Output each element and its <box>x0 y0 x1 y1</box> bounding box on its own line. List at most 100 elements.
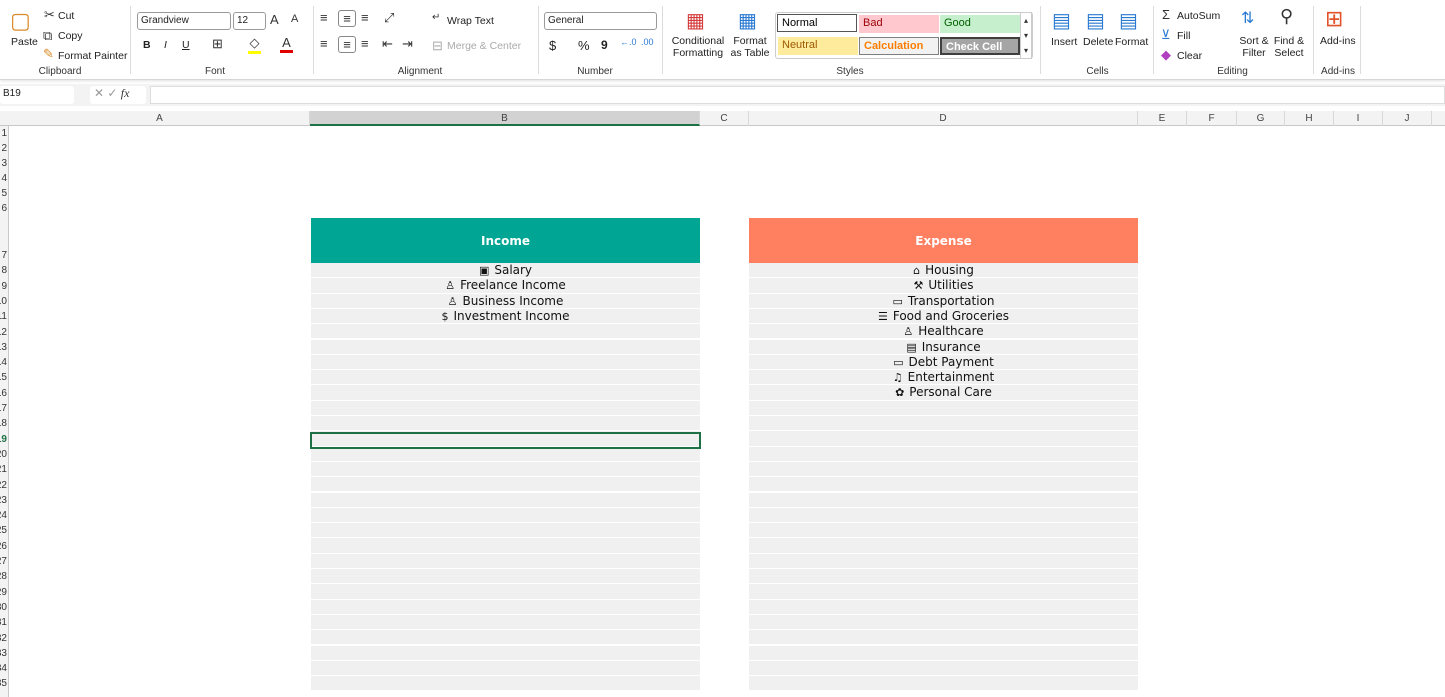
decrease-indent-icon[interactable]: ⇤ <box>382 36 393 52</box>
income-cell[interactable] <box>311 523 700 539</box>
row-header-2[interactable]: 2 <box>0 143 7 154</box>
expense-cell[interactable] <box>749 523 1138 539</box>
cut-button[interactable]: Cut <box>58 10 74 22</box>
styles-scroll-icon[interactable]: ▴ ▾ ▾ <box>1020 12 1032 59</box>
delete-button[interactable]: Delete <box>1083 36 1113 48</box>
income-cell[interactable] <box>311 569 700 585</box>
income-item[interactable]: $ Investment Income <box>311 308 700 325</box>
align-left-icon[interactable]: ≡ <box>320 36 328 51</box>
row-header-27[interactable]: 27 <box>0 556 7 567</box>
row-header-10[interactable]: 10 <box>0 296 7 307</box>
row-header-23[interactable]: 23 <box>0 495 7 506</box>
column-header-H[interactable]: H <box>1285 111 1334 126</box>
row-header-1[interactable]: 1 <box>0 128 7 139</box>
row-header-18[interactable]: 18 <box>0 418 7 429</box>
income-cell[interactable] <box>311 599 700 615</box>
income-cell[interactable] <box>311 354 700 371</box>
expense-cell[interactable] <box>749 507 1138 524</box>
income-cell[interactable] <box>311 339 700 355</box>
expense-cell[interactable] <box>749 584 1138 600</box>
income-cell[interactable] <box>311 676 700 692</box>
expense-cell[interactable] <box>749 614 1138 631</box>
income-cell[interactable] <box>311 630 700 646</box>
row-header-17[interactable]: 17 <box>0 403 7 414</box>
align-middle-icon[interactable]: ≡ <box>338 10 356 27</box>
column-header-I[interactable]: I <box>1334 111 1383 126</box>
fill-button[interactable]: Fill <box>1177 30 1190 42</box>
row-header-15[interactable]: 15 <box>0 372 7 383</box>
row-header-14[interactable]: 14 <box>0 357 7 368</box>
row-header-29[interactable]: 29 <box>0 587 7 598</box>
style-normal[interactable]: Normal <box>777 14 857 32</box>
paste-button[interactable]: Paste <box>11 36 38 48</box>
conditional-formatting-button[interactable]: Conditional Formatting <box>668 35 728 59</box>
expense-cell[interactable] <box>749 416 1138 432</box>
row-header-24[interactable]: 24 <box>0 510 7 521</box>
income-cell[interactable] <box>311 553 700 569</box>
column-header-G[interactable]: G <box>1237 111 1285 126</box>
expense-item[interactable]: ♙ Healthcare <box>749 324 1138 340</box>
expense-cell[interactable] <box>749 446 1138 462</box>
expense-item[interactable]: ☰ Food and Groceries <box>749 308 1138 325</box>
expense-cell[interactable] <box>749 492 1138 508</box>
name-box[interactable]: B19 <box>0 86 74 104</box>
column-header-D[interactable]: D <box>749 111 1138 126</box>
row-header-20[interactable]: 20 <box>0 449 7 460</box>
row-header-6[interactable]: 6 <box>0 203 7 214</box>
income-item[interactable]: ♙ Freelance Income <box>311 278 700 294</box>
increase-font-icon[interactable]: A <box>270 12 279 27</box>
row-header-35[interactable]: 35 <box>0 678 7 689</box>
income-cell[interactable] <box>311 492 700 508</box>
bold-button[interactable]: B <box>143 39 151 51</box>
expense-item[interactable]: ⚒ Utilities <box>749 278 1138 294</box>
row-header-8[interactable]: 8 <box>0 265 7 276</box>
underline-button[interactable]: U <box>182 39 190 51</box>
style-check-cell[interactable]: Check Cell <box>940 37 1020 55</box>
expense-item[interactable]: ▭ Debt Payment <box>749 354 1138 371</box>
autosum-button[interactable]: AutoSum <box>1177 10 1220 22</box>
font-color-icon[interactable]: A <box>280 35 293 53</box>
style-neutral[interactable]: Neutral <box>778 37 858 55</box>
find-select-button[interactable]: Find & Select <box>1271 35 1307 59</box>
row-header-12[interactable]: 12 <box>0 327 7 338</box>
font-name-select[interactable]: Grandview <box>137 12 231 30</box>
income-header[interactable]: Income <box>311 218 700 263</box>
column-header-J[interactable]: J <box>1383 111 1432 126</box>
currency-button[interactable]: $ <box>549 38 556 53</box>
align-bottom-icon[interactable]: ≡ <box>361 10 369 25</box>
row-header-13[interactable]: 13 <box>0 342 7 353</box>
row-header-25[interactable]: 25 <box>0 525 7 536</box>
row-header-3[interactable]: 3 <box>0 158 7 169</box>
style-bad[interactable]: Bad <box>859 15 939 33</box>
percent-button[interactable]: % <box>578 38 590 53</box>
income-cell[interactable] <box>311 645 700 661</box>
column-header-A[interactable]: A <box>10 111 310 126</box>
fill-color-icon[interactable]: ◇ <box>248 35 261 54</box>
row-header-5[interactable]: 5 <box>0 188 7 199</box>
decrease-decimal-icon[interactable]: .00 <box>641 37 654 47</box>
row-header-34[interactable]: 34 <box>0 663 7 674</box>
borders-icon[interactable]: ⊞ <box>212 36 223 52</box>
number-format-select[interactable]: General <box>544 12 657 30</box>
row-header-26[interactable]: 26 <box>0 541 7 552</box>
row-header-33[interactable]: 33 <box>0 648 7 659</box>
style-good[interactable]: Good <box>940 15 1020 33</box>
income-cell[interactable] <box>311 324 700 340</box>
expense-item[interactable]: ✿ Personal Care <box>749 385 1138 401</box>
font-size-select[interactable]: 12 <box>233 12 266 30</box>
orientation-icon[interactable]: ⤢ <box>384 10 394 26</box>
row-header-9[interactable]: 9 <box>0 281 7 292</box>
income-cell[interactable] <box>311 461 700 478</box>
row-header-16[interactable]: 16 <box>0 388 7 399</box>
income-cell[interactable] <box>311 507 700 524</box>
align-top-icon[interactable]: ≡ <box>320 10 328 25</box>
expense-item[interactable]: ▤ Insurance <box>749 339 1138 355</box>
income-cell[interactable] <box>311 477 700 493</box>
income-cell[interactable] <box>311 614 700 631</box>
increase-decimal-icon[interactable]: ←.0 <box>620 37 637 47</box>
column-header-C[interactable]: C <box>700 111 749 126</box>
row-header-4[interactable]: 4 <box>0 173 7 184</box>
align-right-icon[interactable]: ≡ <box>361 36 369 51</box>
income-cell[interactable] <box>311 660 700 677</box>
income-cell[interactable] <box>311 370 700 386</box>
